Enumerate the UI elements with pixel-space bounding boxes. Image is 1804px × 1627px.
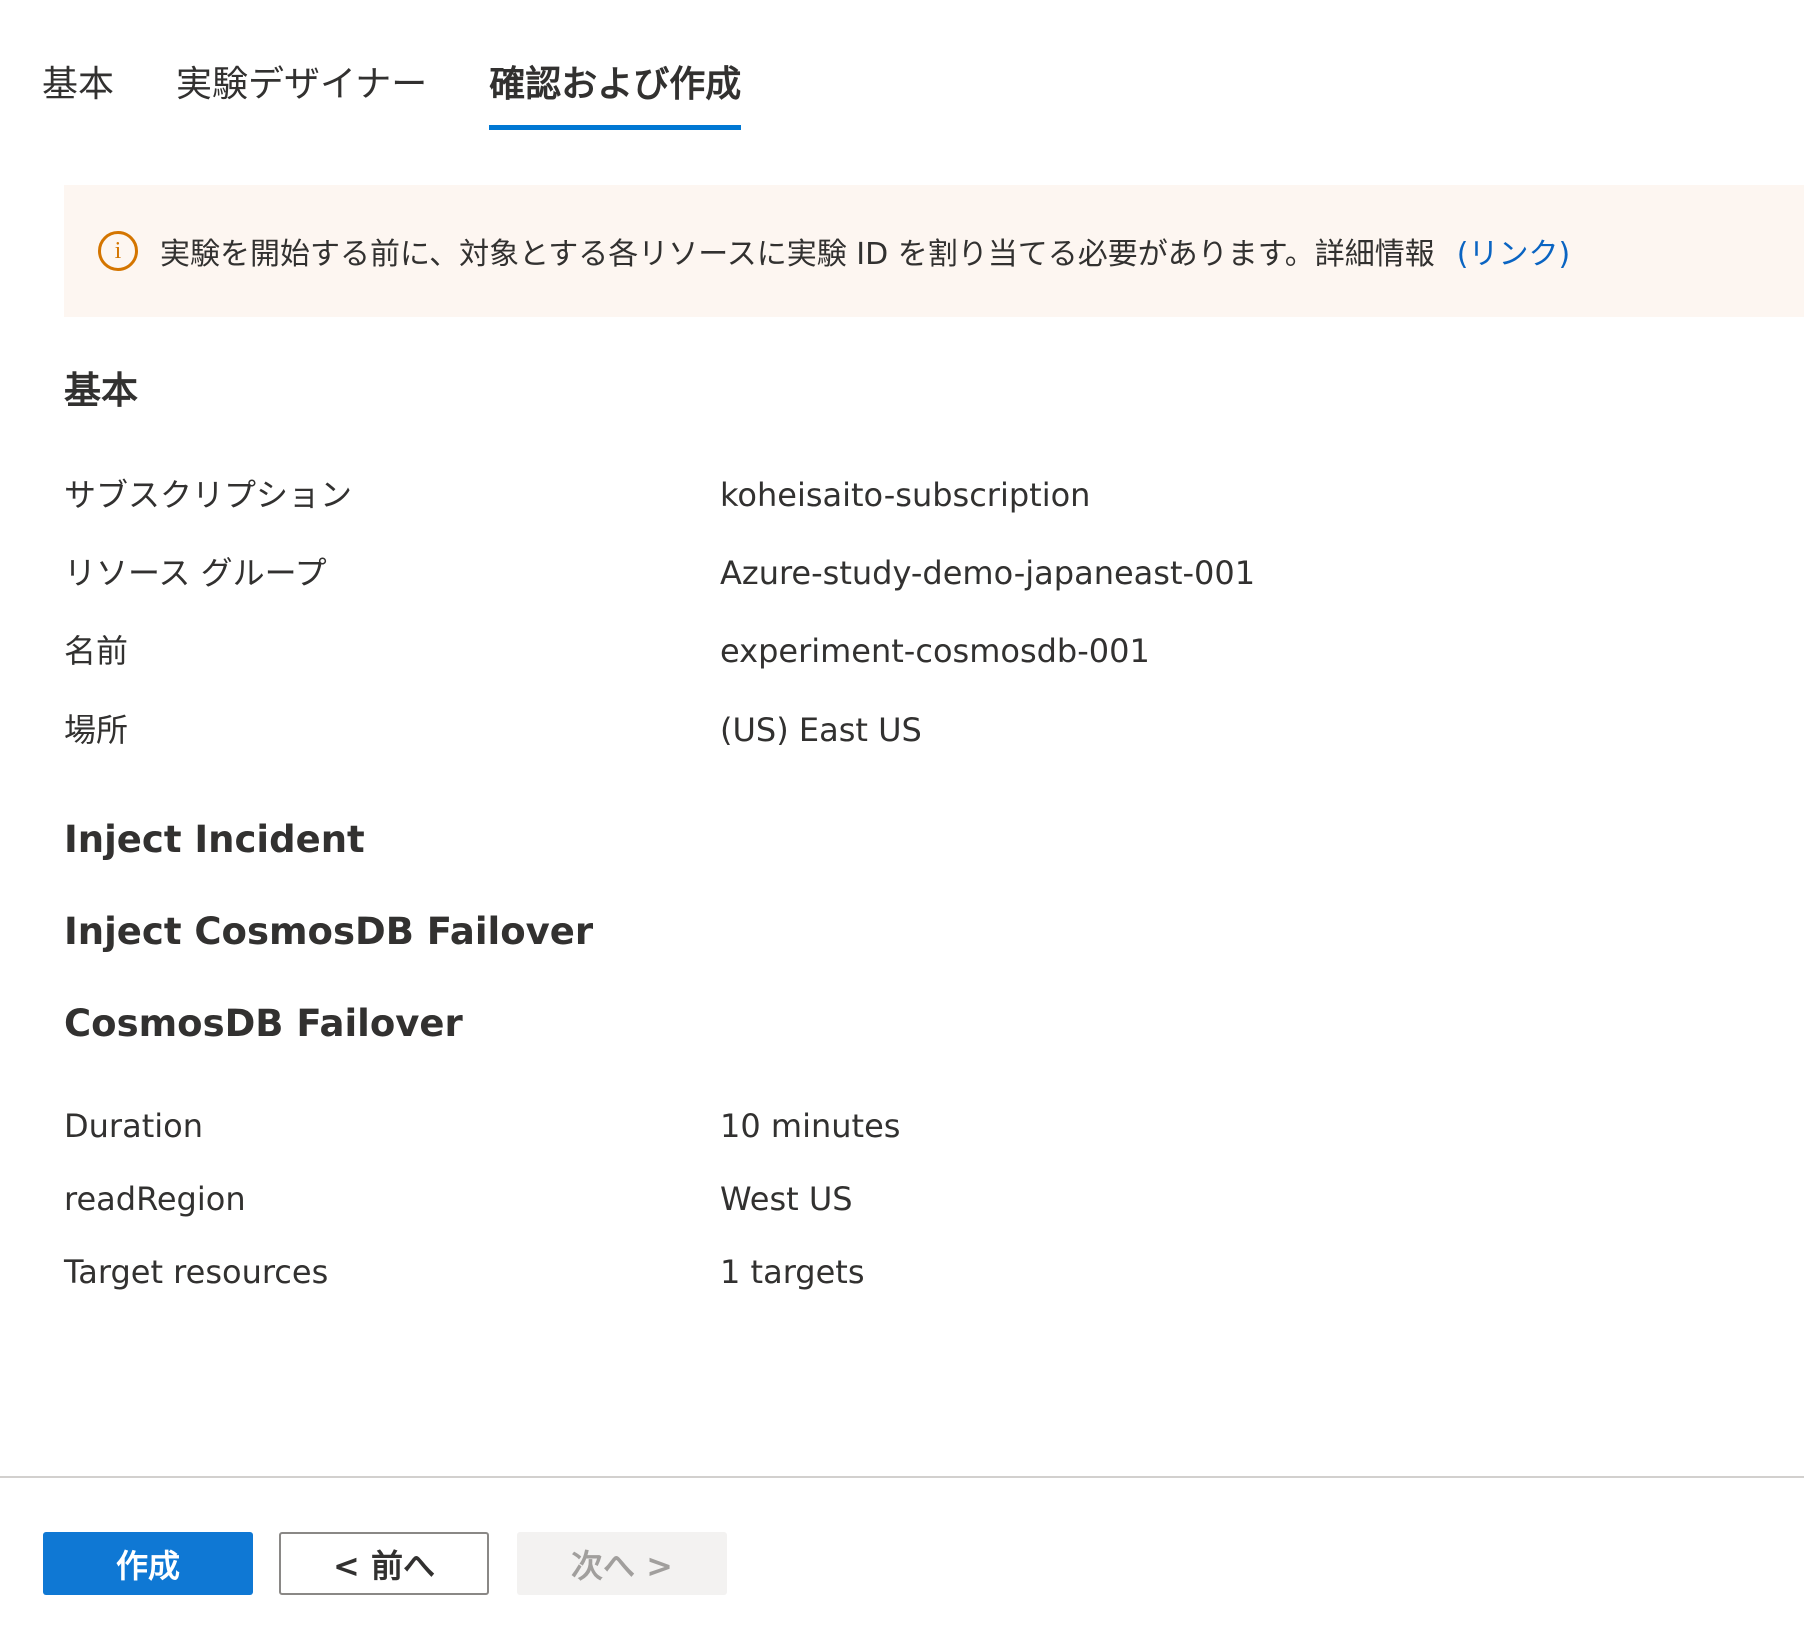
- tab-experiment-designer[interactable]: 実験デザイナー: [176, 55, 427, 125]
- duration-value: 10 minutes: [720, 1107, 901, 1145]
- target-resources-value: 1 targets: [720, 1253, 865, 1291]
- target-resources-label: Target resources: [64, 1253, 329, 1291]
- action-title: CosmosDB Failover: [64, 1002, 463, 1045]
- step-title: Inject Incident: [64, 818, 365, 861]
- basics-section-title: 基本: [64, 369, 138, 412]
- tab-basics[interactable]: 基本: [42, 55, 114, 125]
- create-button[interactable]: 作成: [43, 1532, 253, 1595]
- branch-title: Inject CosmosDB Failover: [64, 910, 594, 953]
- info-icon: i: [98, 231, 138, 271]
- name-label: 名前: [64, 632, 129, 670]
- read-region-value: West US: [720, 1180, 853, 1218]
- info-banner: i 実験を開始する前に、対象とする各リソースに実験 ID を割り当てる必要があり…: [64, 185, 1804, 317]
- location-value: (US) East US: [720, 711, 922, 749]
- subscription-label: サブスクリプション: [64, 476, 353, 514]
- footer-divider: [0, 1476, 1804, 1478]
- banner-text: 実験を開始する前に、対象とする各リソースに実験 ID を割り当てる必要があります…: [160, 237, 1435, 272]
- next-button[interactable]: 次へ >: [517, 1532, 727, 1595]
- tab-review-create[interactable]: 確認および作成: [489, 55, 742, 130]
- previous-button[interactable]: < 前へ: [279, 1532, 489, 1595]
- duration-label: Duration: [64, 1107, 203, 1145]
- location-label: 場所: [64, 711, 129, 749]
- name-value: experiment-cosmosdb-001: [720, 632, 1150, 670]
- resource-group-label: リソース グループ: [64, 554, 327, 592]
- learn-more-link[interactable]: (リンク): [1457, 229, 1570, 273]
- read-region-label: readRegion: [64, 1180, 246, 1218]
- wizard-tabs: 基本 実験デザイナー 確認および作成: [42, 55, 803, 135]
- subscription-value: koheisaito-subscription: [720, 476, 1091, 514]
- resource-group-value: Azure-study-demo-japaneast-001: [720, 554, 1256, 592]
